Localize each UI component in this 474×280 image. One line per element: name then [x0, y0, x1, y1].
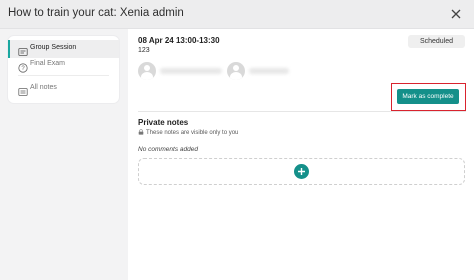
sidebar-item-label: Group Session	[30, 44, 77, 51]
sidebar-item-all-notes[interactable]: All notes	[8, 80, 119, 98]
notes-hint-text: These notes are visible only to you	[146, 130, 239, 136]
sidebar-divider	[18, 75, 109, 76]
notes-hint: These notes are visible only to you	[138, 129, 238, 137]
participant[interactable]	[227, 62, 297, 80]
group-session-icon	[18, 44, 28, 56]
mark-complete-highlight: Mark as complete	[391, 83, 466, 111]
window-title: How to train your cat: Xenia admin	[8, 7, 184, 19]
close-icon[interactable]	[447, 5, 465, 23]
add-note-dropzone[interactable]	[138, 158, 465, 185]
sidebar-item-label: All notes	[30, 84, 57, 91]
participant-name-redacted	[249, 68, 289, 74]
notes-title: Private notes	[138, 118, 189, 127]
sidebar-item-label: Final Exam	[30, 60, 66, 67]
add-note-button[interactable]	[294, 164, 309, 179]
divider	[138, 111, 466, 112]
lock-icon	[138, 129, 144, 137]
session-datetime: 08 Apr 24 13:00-13:30	[138, 36, 220, 45]
status-badge: Scheduled	[408, 35, 465, 48]
sidebar-item-final-exam[interactable]: ? Final Exam	[8, 56, 119, 74]
participant[interactable]	[138, 62, 228, 80]
session-number: 123	[138, 47, 150, 54]
avatar	[227, 62, 245, 80]
svg-text:?: ?	[21, 66, 25, 72]
window-titlebar: How to train your cat: Xenia admin	[0, 0, 474, 29]
avatar	[138, 62, 156, 80]
notes-icon	[18, 84, 28, 96]
participant-name-redacted	[160, 68, 222, 74]
session-panel: 08 Apr 24 13:00-13:30 123 Scheduled Mark…	[128, 29, 474, 280]
mark-complete-button[interactable]: Mark as complete	[397, 89, 459, 104]
help-circle-icon: ?	[18, 60, 28, 73]
notes-empty-text: No comments added	[138, 146, 198, 153]
plus-icon	[298, 168, 305, 175]
sidebar: Group Session ? Final Exam All notes	[8, 36, 119, 103]
